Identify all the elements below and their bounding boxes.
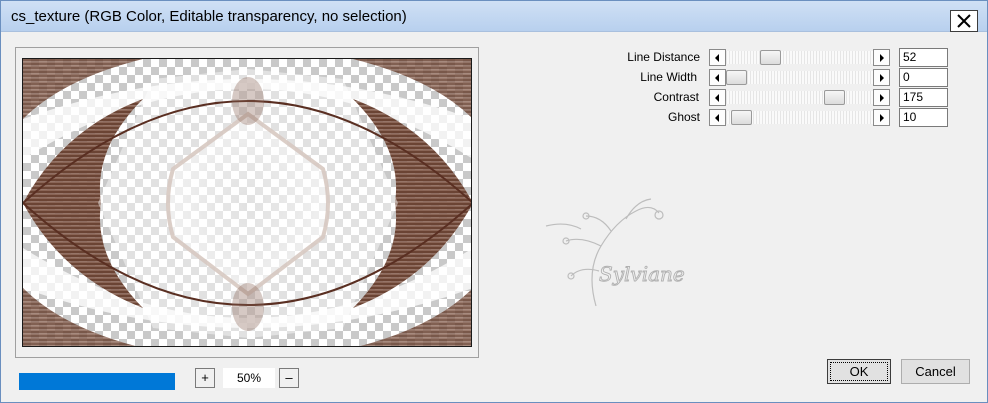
- param-label-contrast: Contrast: [653, 90, 699, 104]
- zoom-out-button[interactable]: –: [279, 368, 299, 388]
- zoom-level: 50%: [223, 368, 275, 388]
- slider-thumb[interactable]: [726, 70, 747, 85]
- watermark-text: Sylviane: [599, 262, 685, 286]
- param-label-line-distance: Line Distance: [627, 50, 700, 64]
- param-label-line-width: Line Width: [640, 70, 697, 84]
- ok-button[interactable]: OK: [827, 359, 891, 384]
- param-label-ghost: Ghost: [667, 110, 700, 124]
- floral-signature-icon: Sylviane: [545, 198, 685, 307]
- slider-track[interactable]: [726, 91, 873, 104]
- title-bar[interactable]: cs_texture (RGB Color, Editable transpar…: [1, 1, 987, 32]
- value-contrast[interactable]: 175: [899, 88, 948, 107]
- watermark-logo: Sylviane: [541, 191, 691, 314]
- slider-line-width[interactable]: [709, 69, 890, 86]
- arrow-left-icon[interactable]: [709, 109, 726, 126]
- arrow-left-icon[interactable]: [709, 69, 726, 86]
- value-line-distance[interactable]: 52: [899, 48, 948, 67]
- arrow-right-icon[interactable]: [873, 69, 890, 86]
- slider-contrast[interactable]: [709, 89, 890, 106]
- slider-track[interactable]: [726, 51, 873, 64]
- focus-rect: [830, 362, 888, 381]
- arrow-left-icon[interactable]: [709, 49, 726, 66]
- slider-thumb[interactable]: [731, 110, 753, 125]
- value-ghost[interactable]: 10: [899, 108, 948, 127]
- preview-image[interactable]: [22, 58, 472, 347]
- preview-panel: [15, 47, 479, 358]
- arrow-right-icon[interactable]: [873, 49, 890, 66]
- texture-preview: [23, 59, 471, 346]
- cancel-button[interactable]: Cancel: [901, 359, 970, 384]
- progress-bar: [19, 373, 175, 390]
- dialog-window: cs_texture (RGB Color, Editable transpar…: [0, 0, 988, 403]
- cancel-button-label: Cancel: [915, 364, 956, 379]
- close-button[interactable]: [950, 10, 978, 32]
- arrow-left-icon[interactable]: [709, 89, 726, 106]
- value-line-width[interactable]: 0: [899, 68, 948, 87]
- arrow-right-icon[interactable]: [873, 89, 890, 106]
- window-title: cs_texture (RGB Color, Editable transpar…: [11, 8, 407, 25]
- slider-line-distance[interactable]: [709, 49, 890, 66]
- arrow-right-icon[interactable]: [873, 109, 890, 126]
- slider-thumb[interactable]: [824, 90, 846, 105]
- slider-track[interactable]: [726, 71, 873, 84]
- close-x-icon: [957, 14, 971, 28]
- zoom-in-button[interactable]: +: [195, 368, 215, 388]
- slider-ghost[interactable]: [709, 109, 890, 126]
- slider-thumb[interactable]: [760, 50, 782, 65]
